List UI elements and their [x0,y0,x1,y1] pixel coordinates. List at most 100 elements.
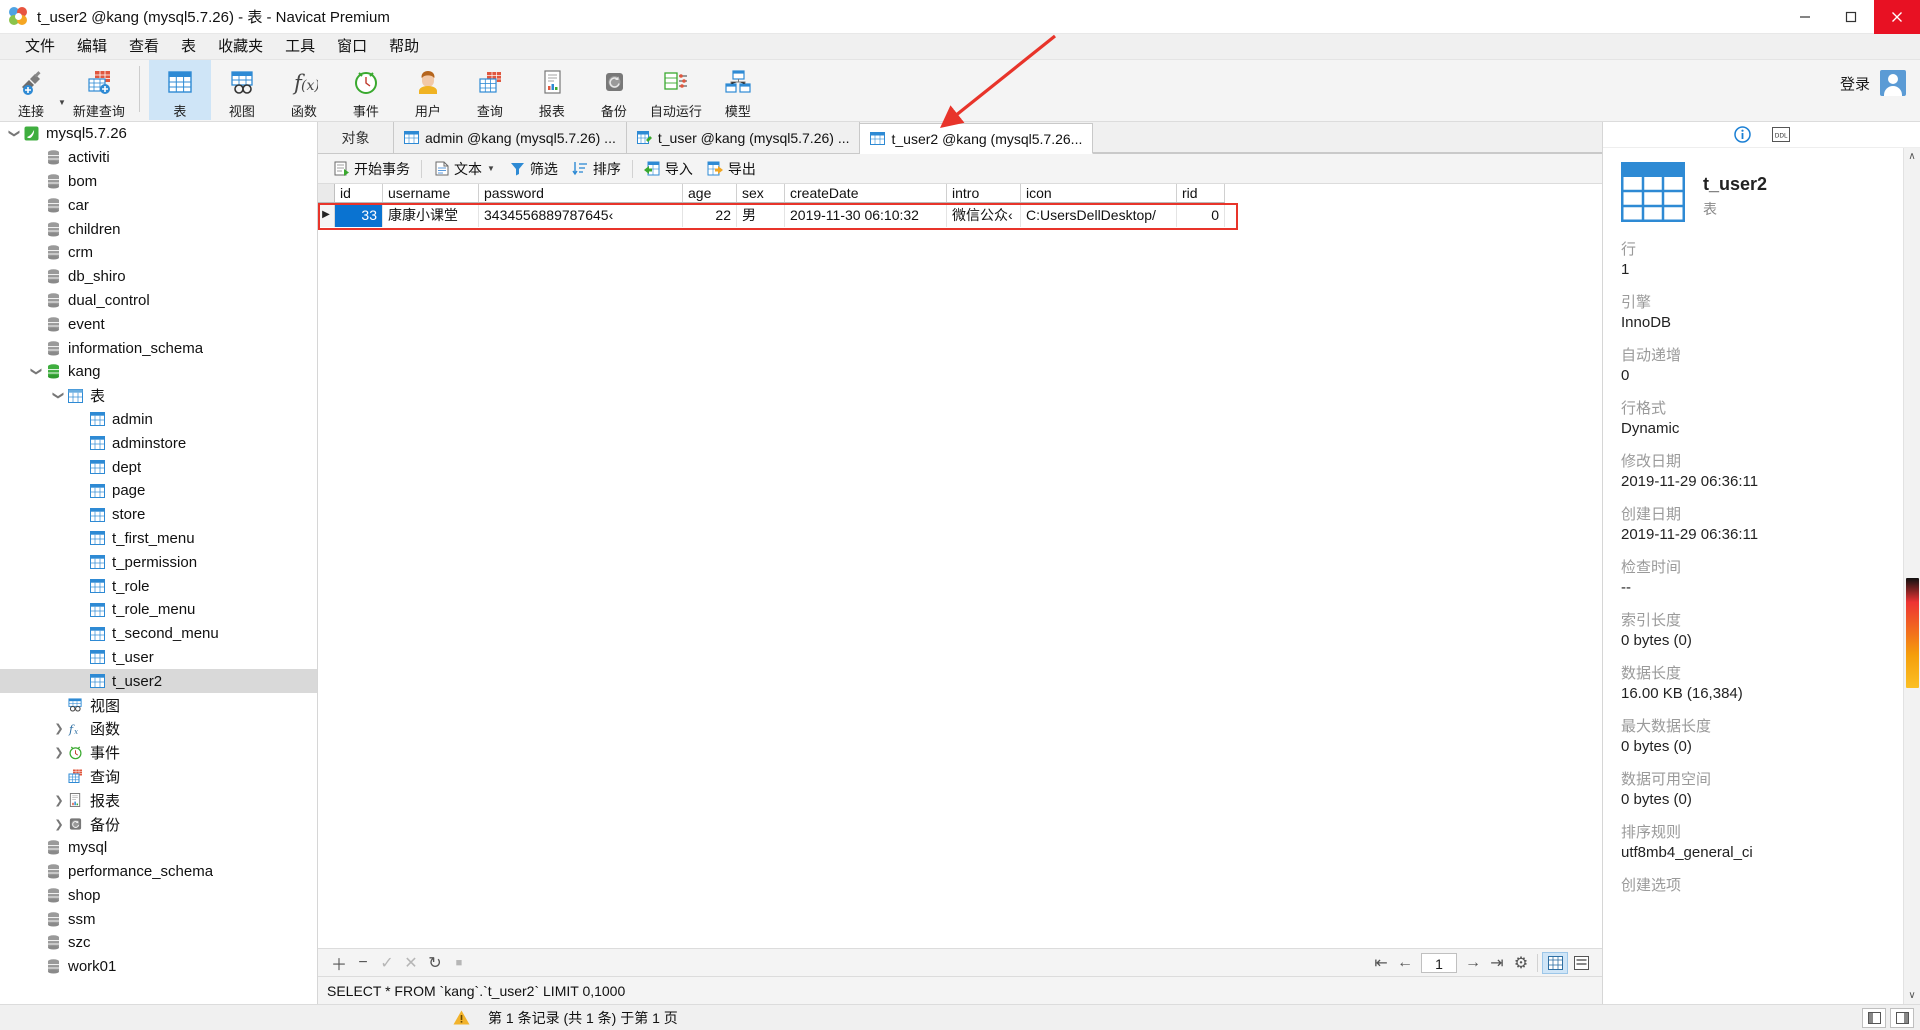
delete-record-icon[interactable]: − [351,952,375,974]
column-header-icon[interactable]: icon [1021,184,1177,202]
column-header-sex[interactable]: sex [737,184,785,202]
scrollbar-thumb[interactable] [1906,578,1919,688]
menu-favorites[interactable]: 收藏夹 [207,34,274,60]
tree-node-db_shiro[interactable]: ❯db_shiro [0,265,317,289]
grid-settings-button[interactable]: ⚙ [1509,952,1533,974]
ddl-icon[interactable]: DDL [1771,125,1791,145]
export-button[interactable]: 导出 [700,157,763,181]
column-header-intro[interactable]: intro [947,184,1021,202]
tree-node-performance_schema[interactable]: ❯performance_schema [0,860,317,884]
menu-edit[interactable]: 编辑 [66,34,118,60]
cell-password[interactable]: 3434556889787645‹ [479,203,683,227]
tree-node-t_second_menu[interactable]: ❯t_second_menu [0,622,317,646]
toolbar-user-button[interactable]: 用户 [397,60,459,120]
tree-expand-arrow-icon[interactable]: ❯ [52,746,66,759]
tree-node-information_schema[interactable]: ❯information_schema [0,336,317,360]
tree-node-[interactable]: ❯ 备份 [0,812,317,836]
tree-node-store[interactable]: ❯store [0,503,317,527]
toolbar-connection-button[interactable]: 连接 [0,60,62,120]
column-header-createDate[interactable]: createDate [785,184,947,202]
data-grid-area[interactable]: id username password age sex createDate intro i… [318,184,1602,948]
tree-node-children[interactable]: ❯children [0,217,317,241]
first-page-button[interactable]: ⇤ [1369,952,1393,974]
connection-dropdown-caret-icon[interactable]: ▼ [58,98,66,107]
tree-node-t_user[interactable]: ❯t_user [0,646,317,670]
tree-expand-arrow-icon[interactable]: ❯ [52,818,66,831]
column-header-id[interactable]: id [335,184,383,202]
toolbar-report-button[interactable]: 报表 [521,60,583,120]
next-page-button[interactable]: → [1461,952,1485,974]
toolbar-function-button[interactable]: f (x) 函数 [273,60,335,120]
last-page-button[interactable]: ⇥ [1485,952,1509,974]
table-row[interactable]: ▶ 33 康康小课堂 3434556889787645‹ 22 男 2019-11-30 0… [318,203,1225,227]
column-header-rid[interactable]: rid [1177,184,1225,202]
tree-expand-arrow-icon[interactable]: ❯ [30,365,44,378]
tab-t-user2[interactable]: t_user2 @kang (mysql5.7.26... [860,123,1094,154]
toolbar-new-query-button[interactable]: 新建查询 [68,60,130,120]
tree-node-admin[interactable]: ❯admin [0,408,317,432]
column-header-age[interactable]: age [683,184,737,202]
filter-button[interactable]: 筛选 [502,157,565,181]
tree-node-mysql[interactable]: ❯mysql [0,836,317,860]
tree-node-[interactable]: ❯ 事件 [0,741,317,765]
toggle-left-panel-icon[interactable] [1862,1007,1886,1028]
import-button[interactable]: 导入 [637,157,700,181]
toolbar-view-button[interactable]: 视图 [211,60,273,120]
refresh-icon[interactable]: ↻ [423,952,447,974]
tree-node-[interactable]: ❯视图 [0,693,317,717]
scrollbar-track[interactable] [1904,165,1920,987]
warning-icon[interactable] [448,1010,474,1025]
tree-node-t_role[interactable]: ❯t_role [0,574,317,598]
tree-node-event[interactable]: ❯event [0,312,317,336]
stop-icon[interactable]: ■ [447,952,471,974]
sort-button[interactable]: 排序 [565,157,628,181]
tree-node-[interactable]: ❯查询 [0,765,317,789]
tree-node-page[interactable]: ❯page [0,479,317,503]
add-record-icon[interactable]: ＋ [327,952,351,974]
grid-view-icon[interactable] [1542,951,1568,974]
menu-help[interactable]: 帮助 [378,34,430,60]
tree-node-mysql5726[interactable]: ❯ mysql5.7.26 [0,122,317,146]
avatar[interactable] [1880,70,1906,96]
tree-node-work01[interactable]: ❯work01 [0,955,317,979]
toggle-right-panel-icon[interactable] [1890,1007,1914,1028]
tree-expand-arrow-icon[interactable]: ❯ [8,127,22,140]
info-icon[interactable] [1733,125,1753,145]
tree-node-t_role_menu[interactable]: ❯t_role_menu [0,598,317,622]
cell-createDate[interactable]: 2019-11-30 06:10:32 [785,203,947,227]
tree-expand-arrow-icon[interactable]: ❯ [52,794,66,807]
tree-node-t_permission[interactable]: ❯t_permission [0,550,317,574]
cell-icon[interactable]: C:UsersDellDesktop/ [1021,203,1177,227]
tree-node-dual_control[interactable]: ❯dual_control [0,289,317,313]
tab-admin[interactable]: admin @kang (mysql5.7.26) ... [394,122,627,153]
tree-node-adminstore[interactable]: ❯adminstore [0,431,317,455]
cell-intro[interactable]: 微信公众‹ [947,203,1021,227]
info-panel-scrollbar[interactable]: ∧ ∨ [1903,148,1920,1004]
tree-node-t_first_menu[interactable]: ❯t_first_menu [0,527,317,551]
object-tree-sidebar[interactable]: ❯mysql5.7.26❯activiti❯bom❯car❯children❯c… [0,122,318,1004]
menu-table[interactable]: 表 [170,34,207,60]
tree-node-car[interactable]: ❯car [0,193,317,217]
tree-node-crm[interactable]: ❯crm [0,241,317,265]
cell-username[interactable]: 康康小课堂 [383,203,479,227]
tree-node-[interactable]: ❯ f x 函数 [0,717,317,741]
menu-view[interactable]: 查看 [118,34,170,60]
tree-node-activiti[interactable]: ❯activiti [0,146,317,170]
close-button[interactable] [1874,0,1920,34]
toolbar-model-button[interactable]: 模型 [707,60,769,120]
tree-node-shop[interactable]: ❯shop [0,884,317,908]
tab-objects[interactable]: 对象 [318,122,394,153]
maximize-button[interactable] [1828,0,1874,34]
cell-id[interactable]: 33 [335,203,383,227]
text-button[interactable]: 文本 ▼ [426,157,502,181]
cell-age[interactable]: 22 [683,203,737,227]
tree-node-kang[interactable]: ❯ kang [0,360,317,384]
tab-t-user[interactable]: t_user @kang (mysql5.7.26) ... [626,122,861,153]
scroll-down-arrow-icon[interactable]: ∨ [1904,987,1920,1004]
login-label[interactable]: 登录 [1840,73,1870,94]
column-header-username[interactable]: username [383,184,479,202]
tree-expand-arrow-icon[interactable]: ❯ [52,722,66,735]
chevron-down-icon[interactable]: ▼ [487,164,495,173]
scroll-up-arrow-icon[interactable]: ∧ [1904,148,1920,165]
begin-transaction-button[interactable]: 开始事务 [326,157,417,181]
